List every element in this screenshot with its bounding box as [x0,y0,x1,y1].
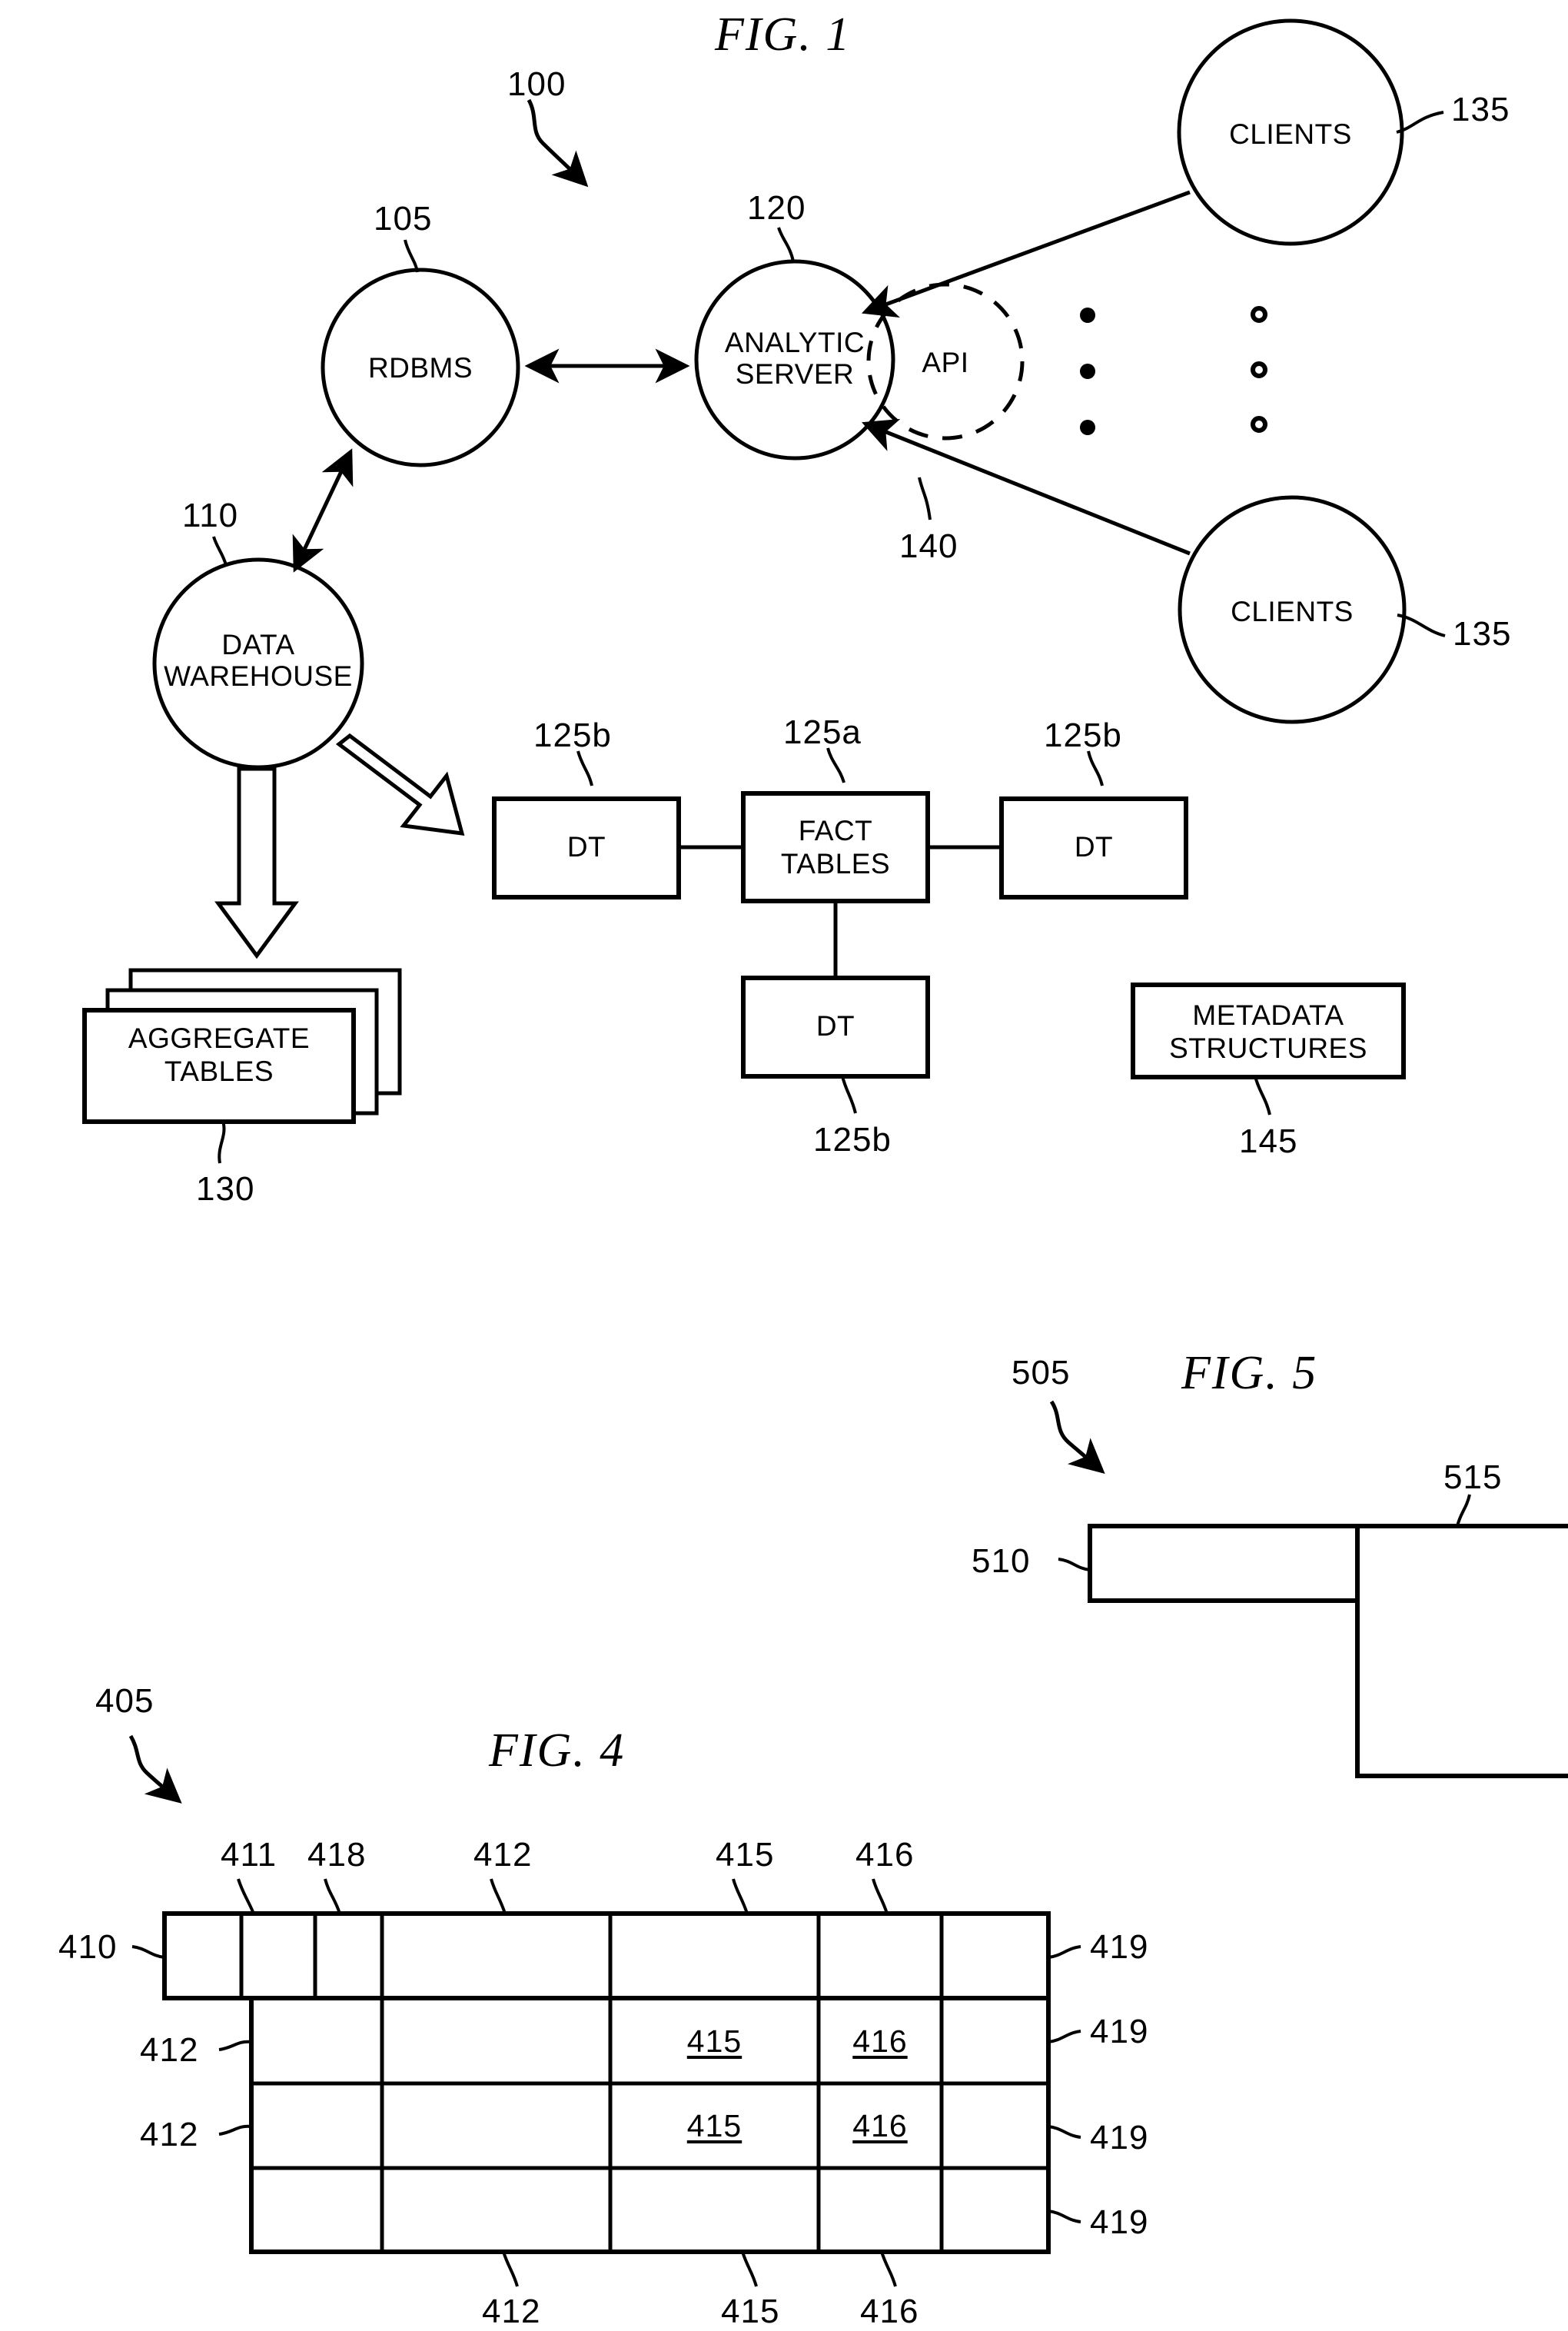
clients-ellipsis-dots [1080,308,1095,435]
ref-120: 120 [747,189,806,227]
ellipsis-hollow-dot [1251,306,1267,323]
fig4-cell-row2-415: 415 [686,2023,742,2059]
leader-145 [1254,1076,1271,1116]
ref-125a: 125a [783,713,862,751]
leader-105 [404,239,419,273]
fig5-part-515-rect [1355,1524,1568,1778]
fig1-system-ref-100: 100 [507,65,566,103]
fig5-title: FIG. 5 [1181,1347,1318,1399]
fig4-leader-415-top [732,1878,749,1914]
fig4-top-label-412: 412 [473,1836,533,1874]
fig4-row1-rect [162,1911,1051,2000]
fig4-leader-419-1 [1048,1945,1081,1959]
fig4-leader-412-bottom [502,2251,519,2287]
ellipsis-hollow-dot [1251,361,1267,378]
fig4-top-label-415: 415 [716,1836,775,1874]
ref-110: 110 [182,497,239,534]
ellipsis-filled-dot [1080,364,1095,379]
fig4-right-label-419-2: 419 [1090,2013,1149,2050]
fig4-cell-row3-415: 415 [686,2108,742,2143]
fig1-title: FIG. 1 [715,8,852,61]
fig5-ref-510: 510 [972,1542,1031,1580]
clients-top-link [861,190,1191,318]
fig4-leader-419-4 [1048,2210,1081,2223]
fig4-right-label-419-4: 419 [1090,2203,1149,2241]
fig4-system-ref-405: 405 [95,1682,154,1720]
api-label: API [922,347,969,378]
leader-130 [218,1120,226,1164]
fig4-leader-418 [324,1878,341,1914]
clients-bottom-node-label: CLIENTS [1231,596,1354,627]
ref-145: 145 [1239,1122,1298,1160]
fig4-right-label-419-1: 419 [1090,1928,1149,1966]
system-ref-100-arrow [527,98,589,188]
ref-130: 130 [196,1170,255,1208]
aggregate-tables-label: AGGREGATE TABLES [128,1023,311,1087]
ref-125b-right: 125b [1044,717,1122,754]
ref-135-top: 135 [1451,91,1510,128]
fig4-cell-row2-416: 416 [852,2023,908,2059]
fig5-leader-515 [1456,1494,1471,1527]
fig4-leader-415-bottom [741,2251,758,2287]
patent-drawing-sheet: FIG. 1 100 105 RDBMS 120 ANALYTIC SERVER… [0,0,1568,2331]
ref-125b-left: 125b [533,717,612,754]
fig4-leader-416-top [872,1878,889,1914]
warehouse-to-aggregate-block-arrow [214,766,299,959]
fig4-bottom-label-416: 416 [860,2293,919,2330]
leader-135-top [1396,111,1444,134]
leader-110 [212,536,228,566]
fig4-leader-416-bottom [880,2251,897,2287]
leader-125b-right [1087,750,1104,786]
fig4-left-label-412-1: 412 [140,2031,199,2069]
fig4-leader-419-3 [1048,2125,1081,2139]
dt-bottom-label: DT [816,1010,855,1042]
rdbms-node-label: RDBMS [367,352,473,384]
fig4-title: FIG. 4 [489,1724,626,1777]
leader-125b-left [576,750,593,786]
fig4-top-label-416: 416 [855,1836,915,1874]
data-warehouse-node-label: DATA WAREHOUSE [164,629,353,693]
fig4-right-label-419-3: 419 [1090,2119,1149,2156]
fig4-bottom-label-415: 415 [721,2293,780,2330]
fig4-leader-410 [131,1945,165,1959]
clients-top-node-label: CLIENTS [1229,118,1352,150]
clients-ellipsis-hollow-dots [1251,306,1267,433]
ellipsis-hollow-dot [1251,416,1267,433]
fig5-leader-510 [1058,1558,1091,1571]
leader-125b-bottom [841,1076,857,1114]
analytic-server-node-label: ANALYTIC SERVER [724,327,865,391]
fig4-left-label-412-2: 412 [140,2116,199,2153]
ref-105: 105 [374,200,433,238]
fig4-top-label-411: 411 [221,1836,277,1874]
ellipsis-filled-dot [1080,308,1095,323]
warehouse-to-schema-block-arrow [335,733,465,836]
fig5-ref-515: 515 [1443,1458,1503,1496]
fig4-left-label-410: 410 [58,1928,118,1966]
fig5-system-ref-arrow [1049,1400,1105,1474]
leader-125a [826,747,845,783]
fig4-top-label-418: 418 [307,1836,367,1874]
fig4-bottom-label-412: 412 [482,2293,541,2330]
fig5-part-510-rect [1088,1524,1360,1603]
leader-120 [777,227,795,262]
fig4-leader-412-left-2 [218,2124,252,2136]
fig4-system-ref-arrow [128,1734,182,1804]
fact-tables-label: FACT TABLES [780,815,891,880]
rdbms-warehouse-link [292,448,354,573]
ref-125b-bottom: 125b [813,1121,892,1159]
dt-left-label: DT [566,831,606,863]
fig5-system-ref-505: 505 [1012,1354,1071,1392]
ref-135-bottom: 135 [1453,615,1512,653]
dt-right-label: DT [1074,831,1114,863]
ellipsis-filled-dot [1080,420,1095,435]
fig4-cell-row3-416: 416 [852,2108,908,2143]
fig4-leader-411 [237,1878,255,1914]
fig4-leader-412-left-1 [218,2040,252,2051]
fig4-leader-412-top [490,1878,507,1914]
leader-135-bottom [1397,614,1446,637]
ref-140: 140 [899,527,958,565]
metadata-structures-label: METADATA STRUCTURES [1169,999,1367,1064]
fig4-leader-419-2 [1048,2030,1081,2043]
leader-140 [918,477,932,520]
